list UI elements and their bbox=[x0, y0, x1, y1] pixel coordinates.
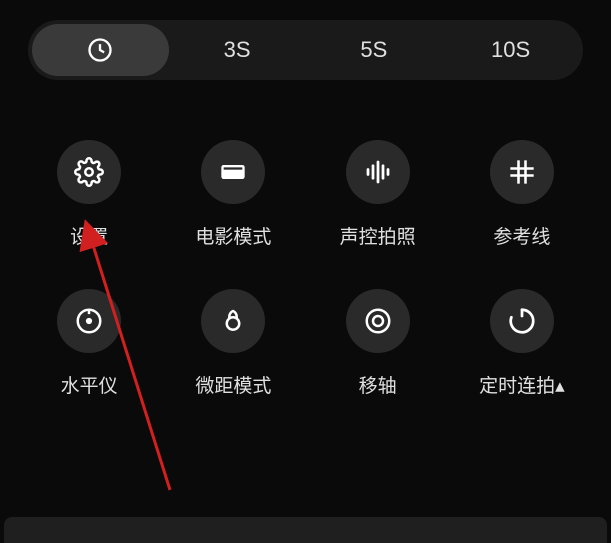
tile-gridlines[interactable]: 参考线 bbox=[461, 140, 583, 249]
tile-label: 定时连拍▴ bbox=[479, 371, 565, 398]
tiltshift-icon bbox=[346, 289, 410, 353]
tile-label: 移轴 bbox=[359, 371, 397, 398]
timer-icon bbox=[490, 289, 554, 353]
gear-icon bbox=[57, 140, 121, 204]
segment-label: 3S bbox=[224, 37, 251, 63]
tile-label: 微距模式 bbox=[195, 371, 271, 398]
timer-segment-instant[interactable] bbox=[32, 24, 169, 76]
timer-segmented-control[interactable]: 3S 5S 10S bbox=[28, 20, 583, 80]
segment-label: 5S bbox=[360, 37, 387, 63]
tile-voice-photo[interactable]: 声控拍照 bbox=[317, 140, 439, 249]
tile-settings[interactable]: 设置 bbox=[28, 140, 150, 249]
timer-segment-5s[interactable]: 5S bbox=[306, 24, 443, 76]
tile-tilt-shift[interactable]: 移轴 bbox=[317, 289, 439, 398]
clock-icon bbox=[86, 36, 114, 64]
tile-level[interactable]: 水平仪 bbox=[28, 289, 150, 398]
timer-segment-3s[interactable]: 3S bbox=[169, 24, 306, 76]
timer-segment-10s[interactable]: 10S bbox=[442, 24, 579, 76]
feature-grid: 设置 电影模式 声控拍照 bbox=[0, 80, 611, 428]
level-icon bbox=[57, 289, 121, 353]
macro-icon bbox=[201, 289, 265, 353]
tile-macro-mode[interactable]: 微距模式 bbox=[172, 289, 294, 398]
tile-timed-burst[interactable]: 定时连拍▴ bbox=[461, 289, 583, 398]
tile-label: 设置 bbox=[70, 222, 108, 249]
movie-icon bbox=[201, 140, 265, 204]
tile-label: 电影模式 bbox=[195, 222, 271, 249]
tile-label: 声控拍照 bbox=[340, 222, 416, 249]
voice-icon bbox=[346, 140, 410, 204]
tile-label: 水平仪 bbox=[61, 371, 118, 398]
tile-movie-mode[interactable]: 电影模式 bbox=[172, 140, 294, 249]
grid-icon bbox=[490, 140, 554, 204]
bottom-shelf bbox=[4, 517, 607, 543]
segment-label: 10S bbox=[491, 37, 530, 63]
tile-label: 参考线 bbox=[493, 222, 550, 249]
